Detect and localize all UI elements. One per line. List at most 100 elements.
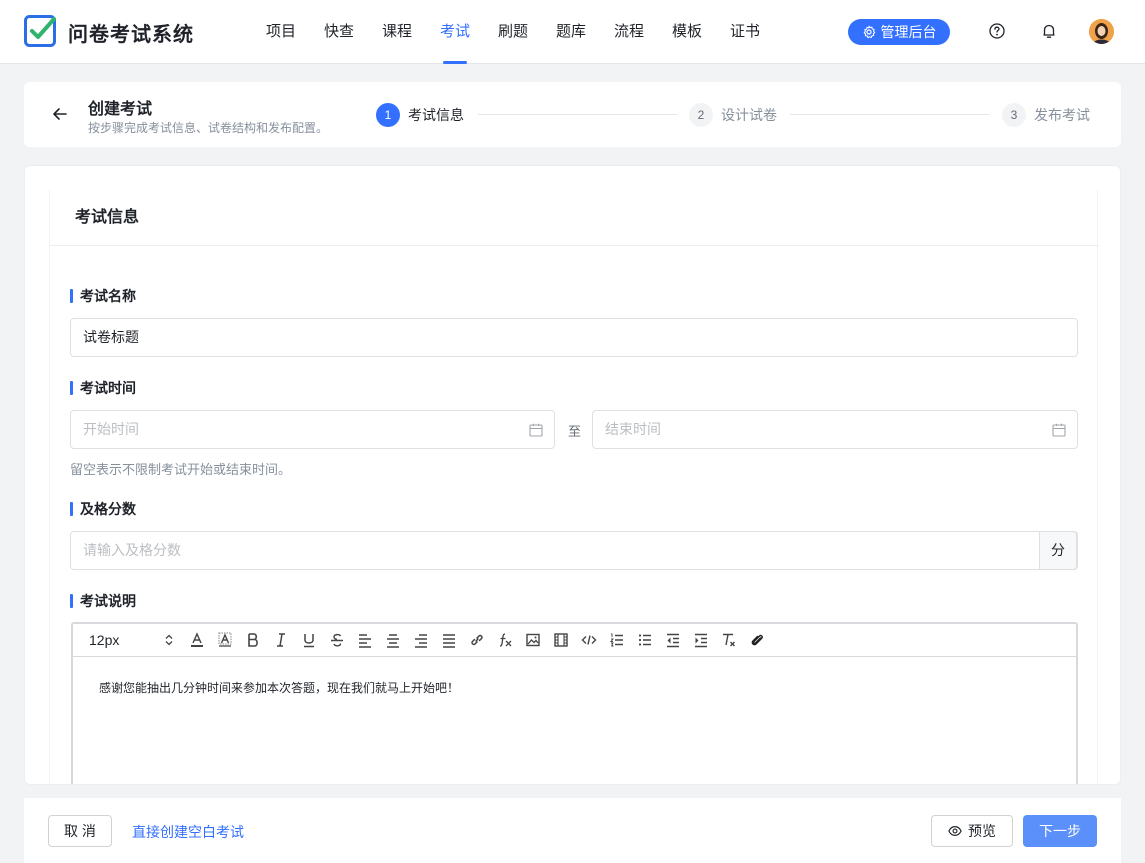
video-button[interactable] (547, 629, 575, 651)
strikethrough-icon (331, 633, 343, 647)
back-arrow-icon[interactable] (50, 104, 70, 124)
section-title: 考试信息 (50, 190, 1099, 246)
eye-icon (948, 826, 962, 836)
description-label: 考试说明 (70, 593, 136, 609)
clear-format-button[interactable] (715, 629, 743, 651)
nav-item-practice[interactable]: 刷题 (484, 0, 542, 64)
code-button[interactable] (575, 629, 603, 651)
clear-format-icon (723, 633, 735, 647)
highlight-icon (218, 632, 232, 647)
align-left-button[interactable] (351, 629, 379, 651)
app-title: 问卷考试系统 (68, 24, 194, 46)
nav-item-certificates[interactable]: 证书 (716, 0, 774, 64)
main-nav: 项目 快查 课程 考试 刷题 题库 流程 模板 证书 (252, 0, 774, 64)
editor-toolbar: 12px (73, 624, 1076, 657)
bold-button[interactable] (239, 629, 267, 651)
page-subtitle: 按步骤完成考试信息、试卷结构和发布配置。 (88, 121, 329, 135)
link-button[interactable] (463, 629, 491, 651)
end-time-input[interactable]: 结束时间 (592, 410, 1078, 449)
gear-icon (863, 25, 875, 39)
align-center-icon (387, 634, 399, 648)
strikethrough-button[interactable] (323, 629, 351, 651)
preview-label: 预览 (968, 823, 996, 839)
score-unit-suffix: 分 (1039, 531, 1077, 570)
link-icon (471, 634, 483, 646)
page-title: 创建考试 (88, 101, 153, 118)
start-time-input[interactable]: 开始时间 (70, 410, 555, 449)
nav-item-exams[interactable]: 考试 (426, 0, 484, 64)
step-design-paper[interactable]: 2 设计试卷 (689, 103, 777, 127)
logo-checkbox-icon[interactable] (24, 15, 56, 47)
top-navbar: 问卷考试系统 项目 快查 课程 考试 刷题 题库 流程 模板 证书 管理后台 (0, 0, 1145, 64)
calendar-icon (529, 423, 543, 437)
exam-info-form: 考试信息 考试名称 试卷标题 考试时间 开始时间 至 结束时间 留空表示不限制考… (49, 190, 1099, 784)
step-connector (478, 114, 677, 115)
step-header-card: 创建考试 按步骤完成考试信息、试卷结构和发布配置。 1 考试信息 2 设计试卷 … (24, 82, 1121, 147)
underline-button[interactable] (295, 629, 323, 651)
step-connector (790, 114, 989, 115)
justify-button[interactable] (435, 629, 463, 651)
nav-item-question-bank[interactable]: 题库 (542, 0, 600, 64)
formula-icon (499, 633, 512, 647)
editor-content[interactable]: 感谢您能抽出几分钟时间来参加本次答题，现在我们就马上开始吧！ (73, 657, 1076, 718)
user-avatar[interactable] (1089, 19, 1114, 44)
pass-score-input[interactable]: 请输入及格分数 分 (70, 531, 1078, 570)
indent-button[interactable] (687, 629, 715, 651)
exam-time-label: 考试时间 (70, 380, 136, 396)
admin-console-button[interactable]: 管理后台 (848, 19, 950, 45)
align-right-button[interactable] (407, 629, 435, 651)
pass-score-label: 及格分数 (70, 501, 136, 517)
pass-score-placeholder: 请输入及格分数 (83, 542, 181, 558)
cancel-button[interactable]: 取 消 (48, 815, 112, 847)
nav-item-courses[interactable]: 课程 (368, 0, 426, 64)
bullet-list-button[interactable] (631, 629, 659, 651)
outdent-icon (667, 633, 679, 648)
start-time-placeholder: 开始时间 (83, 421, 139, 437)
avatar-portrait-icon (1089, 19, 1114, 44)
ordered-list-icon (610, 633, 623, 647)
image-icon (526, 633, 540, 647)
outdent-button[interactable] (659, 629, 687, 651)
step-number: 2 (689, 103, 713, 127)
step-label: 发布考试 (1034, 107, 1090, 123)
nav-item-templates[interactable]: 模板 (658, 0, 716, 64)
align-right-icon (415, 634, 427, 648)
select-arrows-icon (165, 634, 173, 646)
align-center-button[interactable] (379, 629, 407, 651)
step-publish-exam[interactable]: 3 发布考试 (1002, 103, 1090, 127)
italic-button[interactable] (267, 629, 295, 651)
rich-text-editor: 12px 感谢您能抽出几分钟时间来参加本次答题，现在我们就马上开始吧！ (71, 622, 1078, 784)
bell-icon[interactable] (1040, 22, 1058, 40)
help-icon[interactable] (988, 22, 1006, 40)
underline-icon (304, 634, 314, 648)
background-color-button[interactable] (211, 629, 239, 651)
create-blank-exam-link[interactable]: 直接创建空白考试 (132, 822, 244, 842)
ordered-list-button[interactable] (603, 629, 631, 651)
font-size-value: 12px (89, 632, 120, 648)
image-button[interactable] (519, 629, 547, 651)
font-color-button[interactable] (183, 629, 211, 651)
range-separator: 至 (568, 424, 582, 439)
admin-console-label: 管理后台 (880, 24, 937, 40)
formula-button[interactable] (491, 629, 519, 651)
step-label: 设计试卷 (721, 107, 777, 123)
next-step-button[interactable]: 下一步 (1023, 815, 1097, 847)
end-time-placeholder: 结束时间 (605, 421, 661, 437)
step-number: 1 (376, 103, 400, 127)
preview-button[interactable]: 预览 (931, 815, 1013, 847)
bullet-list-icon (638, 634, 651, 646)
code-icon (581, 635, 597, 645)
step-exam-info[interactable]: 1 考试信息 (376, 103, 464, 127)
calendar-icon (1052, 423, 1066, 437)
exam-info-card: 考试信息 考试名称 试卷标题 考试时间 开始时间 至 结束时间 留空表示不限制考… (24, 165, 1121, 785)
bold-icon (248, 633, 258, 647)
nav-item-quick-check[interactable]: 快查 (310, 0, 368, 64)
paperclip-icon (751, 634, 763, 646)
exam-name-input[interactable]: 试卷标题 (70, 318, 1078, 357)
attachment-button[interactable] (743, 629, 771, 651)
nav-item-projects[interactable]: 项目 (252, 0, 310, 64)
exam-time-hint: 留空表示不限制考试开始或结束时间。 (70, 462, 292, 477)
nav-item-workflow[interactable]: 流程 (600, 0, 658, 64)
step-label: 考试信息 (408, 107, 464, 123)
font-size-select[interactable]: 12px (89, 629, 177, 651)
